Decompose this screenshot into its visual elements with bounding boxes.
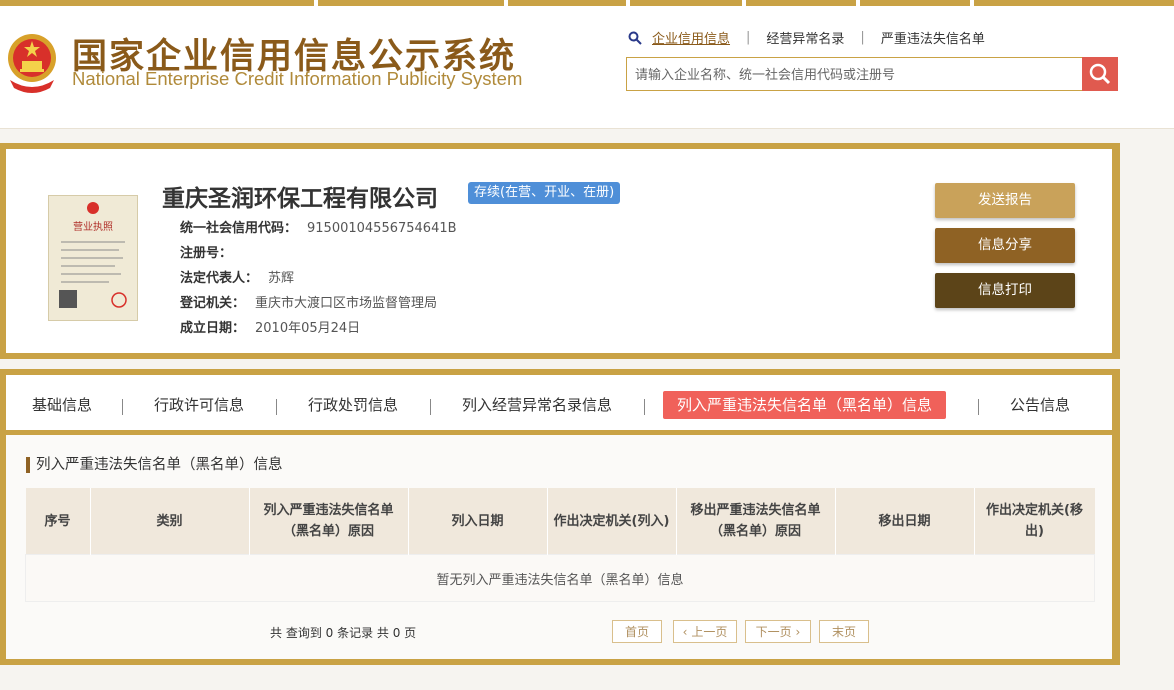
info-registration-no: 注册号： (180, 242, 242, 261)
company-card: 营业执照 重庆圣润环保工程有限公司 存续(在营、开业、在册) 统一社会信用代码：… (0, 143, 1120, 359)
next-page-label: 下一页 (755, 625, 792, 639)
blacklist-table: 序号 类别 列入严重违法失信名单（黑名单）原因 列入日期 作出决定机关(列入) … (25, 488, 1095, 602)
column-header: 移出严重违法失信名单（黑名单）原因 (676, 488, 836, 555)
column-header: 作出决定机关(移出) (974, 488, 1095, 555)
share-button[interactable]: 信息分享 (935, 228, 1075, 263)
info-registration-authority: 登记机关： 重庆市大渡口区市场监督管理局 (180, 292, 437, 311)
national-emblem-icon (8, 34, 56, 93)
column-header: 类别 (90, 488, 250, 555)
status-badge: 存续(在营、开业、在册) (468, 182, 621, 204)
company-name: 重庆圣润环保工程有限公司 (162, 186, 438, 212)
chevron-right-icon: › (795, 625, 801, 639)
search-box (626, 57, 1118, 91)
tab-separator (644, 399, 645, 415)
info-value: 91500104556754641B (307, 221, 457, 236)
info-value: 2010年05月24日 (255, 321, 361, 336)
site-header: 国家企业信用信息公示系统 National Enterprise Credit … (0, 8, 1174, 129)
section-title: 列入严重违法失信名单（黑名单）信息 (26, 457, 283, 473)
chevron-left-icon: ‹ (682, 625, 688, 639)
info-legal-rep: 法定代表人： 苏辉 (180, 267, 294, 286)
info-credit-code: 统一社会信用代码： 91500104556754641B (180, 217, 457, 236)
prev-page-label: 上一页 (691, 625, 728, 639)
next-page-button[interactable]: 下一页 › (745, 620, 811, 643)
tab-abnormal-list[interactable]: 列入经营异常名录信息 (462, 391, 612, 419)
tab-penalty-info[interactable]: 行政处罚信息 (308, 391, 398, 419)
info-label: 注册号： (180, 246, 233, 261)
top-nav: 企业信用信息 | 经营异常名录 | 严重违法失信名单 (628, 28, 985, 47)
info-label: 法定代表人： (180, 271, 259, 286)
column-header: 移出日期 (835, 488, 975, 555)
send-report-button[interactable]: 发送报告 (935, 183, 1075, 218)
nav-blacklist[interactable]: 严重违法失信名单 (881, 28, 985, 47)
business-licence-image[interactable]: 营业执照 (48, 195, 138, 321)
blacklist-section: 列入严重违法失信名单（黑名单）信息 序号 类别 列入严重违法失信名单（黑名单）原… (6, 435, 1112, 659)
tab-separator (122, 399, 123, 415)
column-header: 列入日期 (408, 488, 548, 555)
table-row: 暂无列入严重违法失信名单（黑名单）信息 (25, 554, 1095, 602)
nav-abnormal-list[interactable]: 经营异常名录 (766, 28, 844, 47)
tab-basic-info[interactable]: 基础信息 (32, 391, 92, 419)
search-input[interactable] (633, 64, 1077, 86)
tab-separator (276, 399, 277, 415)
nav-separator: | (860, 30, 865, 45)
last-page-button[interactable]: 末页 (819, 620, 869, 643)
column-header: 列入严重违法失信名单（黑名单）原因 (249, 488, 409, 555)
tab-separator (430, 399, 431, 415)
prev-page-button[interactable]: ‹ 上一页 (673, 620, 737, 643)
print-button[interactable]: 信息打印 (935, 273, 1075, 308)
search-icon (628, 31, 642, 45)
business-licence-graphic: 营业执照 (59, 202, 127, 308)
search-icon (1089, 63, 1111, 85)
column-header: 作出决定机关(列入) (547, 488, 677, 555)
table-header-row: 序号 类别 列入严重违法失信名单（黑名单）原因 列入日期 作出决定机关(列入) … (25, 488, 1095, 555)
tab-separator (978, 399, 979, 415)
pager-summary: 共 查询到 0 条记录 共 0 页 (270, 626, 417, 640)
tab-announcement[interactable]: 公告信息 (1010, 391, 1070, 419)
first-page-button[interactable]: 首页 (612, 620, 662, 643)
nav-separator: | (746, 30, 751, 45)
top-decoration-bar (0, 0, 1174, 8)
nav-enterprise-credit[interactable]: 企业信用信息 (652, 28, 730, 47)
tab-bar: 基础信息 行政许可信息 行政处罚信息 列入经营异常名录信息 列入严重违法失信名单… (6, 375, 1112, 430)
tab-blacklist-info[interactable]: 列入严重违法失信名单（黑名单）信息 (663, 391, 947, 419)
info-label: 成立日期： (180, 321, 246, 336)
info-label: 登记机关： (180, 296, 246, 311)
info-value: 重庆市大渡口区市场监督管理局 (255, 296, 438, 311)
site-title-en: National Enterprise Credit Information P… (72, 68, 523, 89)
info-value: 苏辉 (268, 271, 295, 286)
tab-licence-info[interactable]: 行政许可信息 (154, 391, 244, 419)
detail-panel: 基础信息 行政许可信息 行政处罚信息 列入经营异常名录信息 列入严重违法失信名单… (0, 369, 1120, 665)
column-header: 序号 (25, 488, 91, 555)
empty-message: 暂无列入严重违法失信名单（黑名单）信息 (25, 554, 1095, 602)
licence-label: 营业执照 (73, 220, 113, 233)
search-button[interactable] (1082, 57, 1118, 91)
info-label: 统一社会信用代码： (180, 221, 298, 236)
info-established-date: 成立日期： 2010年05月24日 (180, 317, 360, 336)
